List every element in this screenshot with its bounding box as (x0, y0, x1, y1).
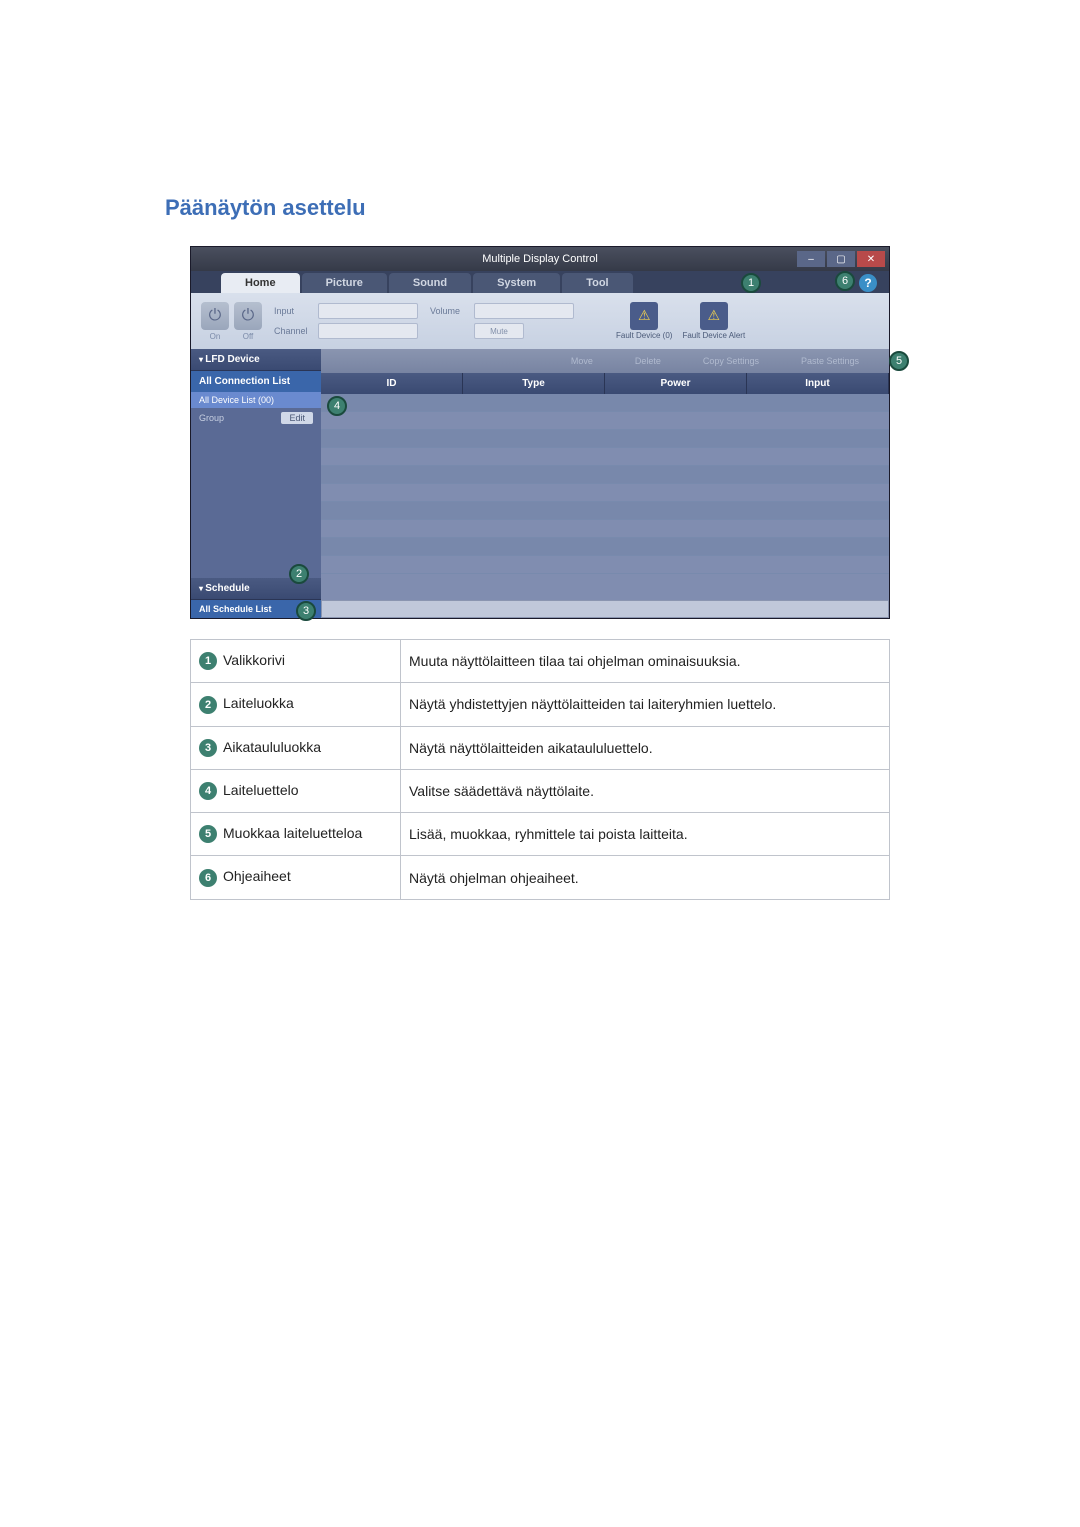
description-table: 1 Valikkorivi Muuta näyttölaitteen tilaa … (190, 639, 890, 900)
app-screenshot: Multiple Display Control – ▢ ✕ Home Pict… (190, 246, 890, 619)
table-row (321, 538, 889, 556)
channel-select[interactable] (318, 323, 418, 339)
desc-text-5: Lisää, muokkaa, ryhmittele tai poista la… (401, 813, 890, 856)
input-select[interactable] (318, 303, 418, 319)
num-badge-1: 1 (199, 652, 217, 670)
desc-label-4: Laiteluettelo (223, 782, 299, 798)
desc-row-3: 3 Aikataululuokka Näytä näyttölaitteiden … (191, 726, 890, 769)
power-off-button[interactable]: ⏻ (234, 302, 262, 330)
channel-label: Channel (274, 326, 312, 336)
num-badge-6: 6 (199, 869, 217, 887)
desc-row-4: 4 Laiteluettelo Valitse säädettävä näyttö… (191, 769, 890, 812)
fault-alert-label: Fault Device Alert (682, 332, 745, 341)
tab-bar: Home Picture Sound System Tool 1 6 ? (191, 271, 889, 293)
tab-picture[interactable]: Picture (302, 273, 387, 293)
list-toolbar: Move Delete Copy Settings Paste Settings… (321, 349, 889, 373)
device-table-body[interactable]: 4 (321, 394, 889, 600)
table-row (321, 448, 889, 466)
power-off-label: Off (234, 332, 262, 341)
num-badge-4: 4 (199, 782, 217, 800)
desc-row-2: 2 Laiteluokka Näytä yhdistettyjen näyttöl… (191, 683, 890, 726)
horizontal-scrollbar[interactable] (321, 600, 889, 618)
desc-text-6: Näytä ohjelman ohjeaiheet. (401, 856, 890, 899)
col-input[interactable]: Input (747, 373, 889, 394)
page-title: Päänäytön asettelu (165, 195, 915, 221)
table-row (321, 430, 889, 448)
desc-label-3: Aikataululuokka (223, 739, 321, 755)
callout-1: 1 (741, 273, 761, 293)
content-area: LFD Device All Connection List All Devic… (191, 349, 889, 600)
help-icon[interactable]: ? (859, 274, 877, 292)
power-on-button[interactable]: ⏻ (201, 302, 229, 330)
col-id[interactable]: ID (321, 373, 463, 394)
maximize-button[interactable]: ▢ (827, 251, 855, 267)
tab-home[interactable]: Home (221, 273, 300, 293)
callout-6: 6 (835, 271, 855, 291)
table-row (321, 394, 889, 412)
all-device-list[interactable]: All Device List (00) (191, 392, 321, 408)
callout-2: 2 (289, 564, 309, 584)
volume-label: Volume (430, 306, 468, 316)
move-button[interactable]: Move (557, 354, 607, 368)
desc-text-1: Muuta näyttölaitteen tilaa tai ohjelman … (401, 640, 890, 683)
num-badge-2: 2 (199, 696, 217, 714)
col-power[interactable]: Power (605, 373, 747, 394)
desc-label-6: Ohjeaiheet (223, 868, 291, 884)
sidebar-body: Group Edit 2 (191, 408, 321, 578)
window-controls: – ▢ ✕ (797, 251, 885, 267)
callout-5: 5 (889, 351, 909, 371)
volume-input[interactable] (474, 303, 574, 319)
table-row (321, 502, 889, 520)
main-panel: Move Delete Copy Settings Paste Settings… (321, 349, 889, 600)
table-row (321, 556, 889, 574)
fault-device-label: Fault Device (0) (616, 332, 672, 341)
delete-button[interactable]: Delete (621, 354, 675, 368)
power-on-label: On (201, 332, 229, 341)
num-badge-5: 5 (199, 825, 217, 843)
input-label: Input (274, 306, 312, 316)
group-label: Group (199, 413, 224, 423)
desc-row-1: 1 Valikkorivi Muuta näyttölaitteen tilaa … (191, 640, 890, 683)
callout-3: 3 (296, 601, 316, 621)
schedule-footer: All Schedule List 3 (191, 600, 889, 618)
desc-text-3: Näytä näyttölaitteiden aikataululuettelo… (401, 726, 890, 769)
desc-row-6: 6 Ohjeaiheet Näytä ohjelman ohjeaiheet. (191, 856, 890, 899)
window-titlebar: Multiple Display Control – ▢ ✕ (191, 247, 889, 271)
mute-button[interactable]: Mute (474, 323, 524, 339)
desc-text-2: Näytä yhdistettyjen näyttölaitteiden tai… (401, 683, 890, 726)
fault-alert-icon[interactable]: ⚠ (700, 302, 728, 330)
window-title: Multiple Display Control (482, 253, 598, 265)
col-type[interactable]: Type (463, 373, 605, 394)
desc-text-4: Valitse säädettävä näyttölaite. (401, 769, 890, 812)
lfd-section[interactable]: LFD Device (191, 349, 321, 371)
table-header: ID Type Power Input (321, 373, 889, 394)
tab-tool[interactable]: Tool (562, 273, 632, 293)
paste-settings-button[interactable]: Paste Settings (787, 354, 873, 368)
fault-device-icon[interactable]: ⚠ (630, 302, 658, 330)
desc-row-5: 5 Muokkaa laiteluetteloa Lisää, muokkaa, … (191, 813, 890, 856)
ribbon-toolbar: ⏻ On ⏻ Off Input Channel Volume (191, 293, 889, 349)
copy-settings-button[interactable]: Copy Settings (689, 354, 773, 368)
minimize-button[interactable]: – (797, 251, 825, 267)
tab-system[interactable]: System (473, 273, 560, 293)
table-row (321, 412, 889, 430)
edit-button[interactable]: Edit (281, 412, 313, 424)
callout-4: 4 (327, 396, 347, 416)
sidebar: LFD Device All Connection List All Devic… (191, 349, 321, 600)
desc-label-5: Muokkaa laiteluetteloa (223, 825, 362, 841)
table-row (321, 466, 889, 484)
table-row (321, 520, 889, 538)
num-badge-3: 3 (199, 739, 217, 757)
close-button[interactable]: ✕ (857, 251, 885, 267)
all-connection-list[interactable]: All Connection List (191, 371, 321, 392)
desc-label-2: Laiteluokka (223, 695, 294, 711)
table-row (321, 484, 889, 502)
desc-label-1: Valikkorivi (223, 652, 285, 668)
tab-sound[interactable]: Sound (389, 273, 471, 293)
